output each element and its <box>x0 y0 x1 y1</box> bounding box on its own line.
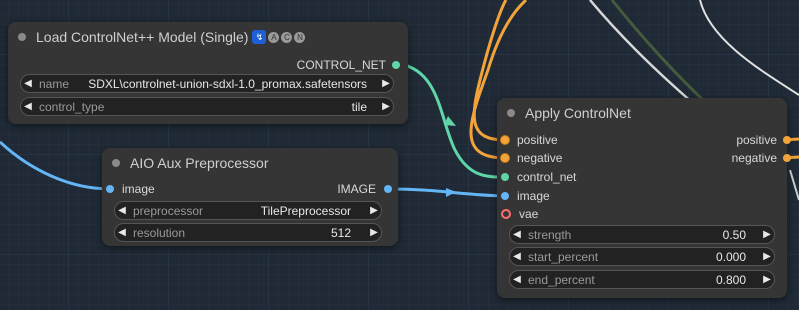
image-slot-icon[interactable] <box>384 185 392 193</box>
widget-label: name <box>39 76 70 91</box>
node-title: Load ControlNet++ Model (Single) <box>36 29 249 45</box>
input-label: vae <box>519 207 539 221</box>
output-label: negative <box>731 151 777 165</box>
input-slot-positive[interactable]: positive <box>501 131 558 149</box>
wire-image-in <box>0 140 111 191</box>
input-label: image <box>122 182 155 196</box>
output-label: CONTROL_NET <box>296 58 386 72</box>
widget-value: 0.50 <box>722 227 746 242</box>
widget-resolution-number[interactable]: ◀ resolution 512 ▶ <box>114 223 382 242</box>
arrow-left-icon[interactable]: ◀ <box>115 227 129 238</box>
widget-label: end_percent <box>528 272 595 287</box>
node-title-bar[interactable]: Load ControlNet++ Model (Single) ↯ A C N <box>8 22 408 52</box>
arrow-right-icon[interactable]: ▶ <box>367 205 381 216</box>
wire-bg-4 <box>789 169 799 201</box>
arrow-right-icon[interactable]: ▶ <box>367 227 381 238</box>
aio-aux-preprocessor-node[interactable]: AIO Aux Preprocessor image IMAGE ◀ prepr… <box>102 148 398 246</box>
input-label: negative <box>517 151 563 165</box>
output-slot-control-net[interactable]: CONTROL_NET <box>297 56 400 74</box>
output-slot-positive[interactable]: positive <box>736 131 791 149</box>
node-title: AIO Aux Preprocessor <box>130 155 269 171</box>
widget-end-percent-number[interactable]: ◀ end_percent 0.800 ▶ <box>509 270 775 289</box>
widget-value: tile <box>351 99 367 114</box>
node-title-bar[interactable]: Apply ControlNet <box>497 98 787 128</box>
control-net-slot-icon[interactable] <box>392 61 400 69</box>
badge-icon-n: N <box>294 31 306 43</box>
collapse-dot-icon[interactable] <box>112 159 120 167</box>
arrow-right-icon[interactable]: ▶ <box>379 101 393 112</box>
conditioning-slot-icon[interactable] <box>501 136 509 144</box>
widget-value: TilePreprocessor <box>260 203 351 218</box>
wire-control-net <box>398 62 506 179</box>
widget-label: resolution <box>133 225 186 240</box>
arrow-right-icon[interactable]: ▶ <box>760 274 774 285</box>
widget-preprocessor-select[interactable]: ◀ preprocessor TilePreprocessor ▶ <box>114 201 382 220</box>
load-controlnet-node[interactable]: Load ControlNet++ Model (Single) ↯ A C N… <box>8 22 408 124</box>
node-title: Apply ControlNet <box>525 105 631 121</box>
arrow-left-icon[interactable]: ◀ <box>510 251 524 262</box>
control-net-slot-icon[interactable] <box>501 173 509 181</box>
widget-value: 0.000 <box>715 249 746 264</box>
input-label: control_net <box>517 170 577 184</box>
image-slot-icon[interactable] <box>501 192 509 200</box>
widget-label: strength <box>528 227 572 242</box>
widget-label: start_percent <box>528 249 599 264</box>
input-slot-vae[interactable]: vae <box>501 205 538 223</box>
input-slot-negative[interactable]: negative <box>501 149 562 167</box>
widget-value: 0.800 <box>715 272 746 287</box>
input-label: positive <box>517 133 558 147</box>
widget-control-type-select[interactable]: ◀ control_type tile ▶ <box>20 97 394 116</box>
vae-slot-icon[interactable] <box>501 209 511 219</box>
widget-value: 512 <box>330 225 351 240</box>
widget-label: preprocessor <box>133 203 204 218</box>
apply-controlnet-node[interactable]: Apply ControlNet positive negative contr… <box>497 98 791 298</box>
wire-image <box>387 187 506 198</box>
arrow-left-icon[interactable]: ◀ <box>510 274 524 285</box>
output-slot-negative[interactable]: negative <box>732 149 791 167</box>
badge-icon-a: A <box>268 31 280 43</box>
arrow-left-icon[interactable]: ◀ <box>21 101 35 112</box>
widget-value: SDXL\controlnet-union-sdxl-1.0_promax.sa… <box>88 76 367 91</box>
widget-strength-number[interactable]: ◀ strength 0.50 ▶ <box>509 225 775 244</box>
badge-icon-c: C <box>281 31 293 43</box>
output-slot-image[interactable]: IMAGE <box>337 180 392 198</box>
arrow-right-icon[interactable]: ▶ <box>379 78 393 89</box>
output-label: IMAGE <box>337 182 376 196</box>
input-slot-image[interactable]: image <box>106 180 155 198</box>
output-label: positive <box>736 133 777 147</box>
input-label: image <box>517 189 550 203</box>
arrow-right-icon[interactable]: ▶ <box>760 229 774 240</box>
arrow-left-icon[interactable]: ◀ <box>21 78 35 89</box>
widget-start-percent-number[interactable]: ◀ start_percent 0.000 ▶ <box>509 247 775 266</box>
arrow-right-icon[interactable]: ▶ <box>760 251 774 262</box>
input-slot-control-net[interactable]: control_net <box>501 168 576 186</box>
input-slot-image[interactable]: image <box>501 187 550 205</box>
badge-icon-arrow: ↯ <box>252 30 267 44</box>
image-slot-icon[interactable] <box>106 185 114 193</box>
node-title-bar[interactable]: AIO Aux Preprocessor <box>102 148 398 178</box>
widget-label: control_type <box>39 99 105 114</box>
conditioning-slot-icon[interactable] <box>783 154 791 162</box>
collapse-dot-icon[interactable] <box>507 109 515 117</box>
conditioning-slot-icon[interactable] <box>501 154 509 162</box>
wire-bg-3 <box>699 0 799 96</box>
collapse-dot-icon[interactable] <box>18 33 26 41</box>
conditioning-slot-icon[interactable] <box>783 136 791 144</box>
widget-name-select[interactable]: ◀ name SDXL\controlnet-union-sdxl-1.0_pr… <box>20 74 394 93</box>
arrow-left-icon[interactable]: ◀ <box>510 229 524 240</box>
arrow-left-icon[interactable]: ◀ <box>115 205 129 216</box>
